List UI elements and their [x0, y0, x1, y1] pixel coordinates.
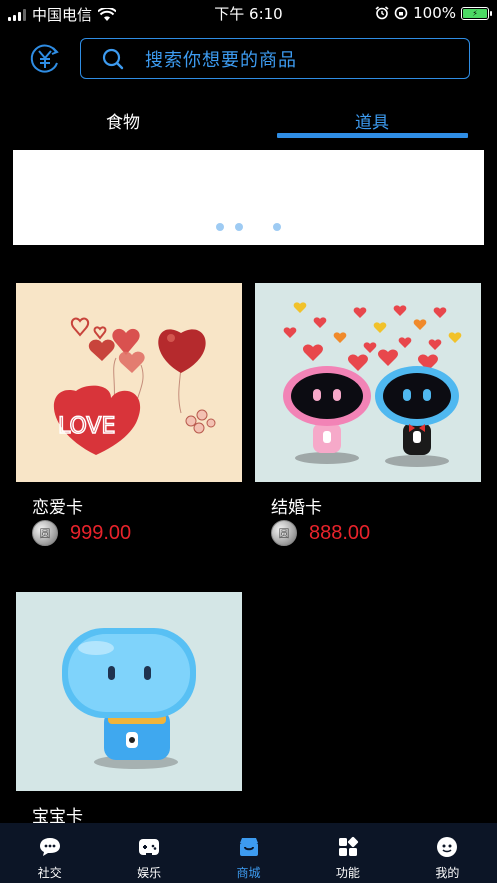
product-name: 恋爱卡	[32, 498, 83, 518]
nav-entertainment[interactable]: 娱乐	[99, 823, 198, 883]
coin-icon: 圆	[32, 520, 58, 546]
nav-label: 社交	[37, 866, 62, 880]
carousel-dot[interactable]	[273, 223, 281, 231]
battery-icon: ⚡	[461, 6, 492, 20]
svg-text:LOVE: LOVE	[58, 414, 115, 439]
bottom-nav: 社交 娱乐 商城 功能 我的	[0, 823, 497, 883]
grid-icon	[338, 836, 358, 856]
product-card-baby[interactable]: 宝宝卡	[16, 592, 242, 827]
chat-icon	[39, 838, 60, 856]
product-price: 999.00	[70, 521, 132, 544]
product-image-baby	[16, 592, 242, 791]
product-card-love[interactable]: LOVE 恋爱卡 圆 999.00	[16, 283, 242, 546]
carousel-dot[interactable]	[235, 223, 243, 231]
status-bar: 中国电信 下午 6:10 100% ⚡	[0, 0, 497, 26]
search-input[interactable]: 搜索你想要的商品	[80, 38, 470, 79]
nav-label: 商城	[236, 866, 261, 880]
carousel-dots	[13, 223, 484, 233]
tab-food[interactable]: 食物	[28, 108, 218, 133]
nav-social[interactable]: 社交	[0, 823, 99, 883]
tab-props[interactable]: 道具	[277, 108, 467, 133]
product-price: 888.00	[309, 521, 371, 544]
carousel-dot[interactable]	[216, 223, 224, 231]
nav-label: 功能	[335, 866, 360, 880]
product-price-row: 圆 888.00	[271, 520, 370, 546]
product-image-marriage	[255, 283, 481, 482]
nav-label: 我的	[435, 866, 460, 880]
battery-percent: 100%	[413, 4, 456, 22]
category-tabs: 食物 道具	[0, 100, 497, 142]
profile-face-icon	[437, 837, 458, 857]
nav-label: 娱乐	[137, 866, 162, 880]
alarm-icon	[375, 6, 389, 20]
yen-exchange-icon[interactable]	[28, 42, 62, 76]
nav-functions[interactable]: 功能	[298, 823, 397, 883]
product-price-row: 圆 999.00	[32, 520, 131, 546]
gamepad-icon	[139, 839, 160, 856]
search-icon	[102, 48, 124, 69]
search-placeholder: 搜索你想要的商品	[145, 49, 297, 71]
coin-icon: 圆	[271, 520, 297, 546]
product-card-marriage[interactable]: 结婚卡 圆 888.00	[255, 283, 481, 546]
rotation-lock-icon	[394, 6, 408, 20]
active-tab-indicator	[277, 133, 468, 138]
status-right: 100% ⚡	[375, 4, 492, 22]
nav-profile[interactable]: 我的	[398, 823, 497, 883]
shop-icon	[239, 838, 258, 856]
nav-shop[interactable]: 商城	[199, 823, 298, 883]
product-name: 结婚卡	[271, 498, 322, 518]
banner-carousel[interactable]	[13, 150, 484, 245]
product-image-love: LOVE	[16, 283, 242, 482]
